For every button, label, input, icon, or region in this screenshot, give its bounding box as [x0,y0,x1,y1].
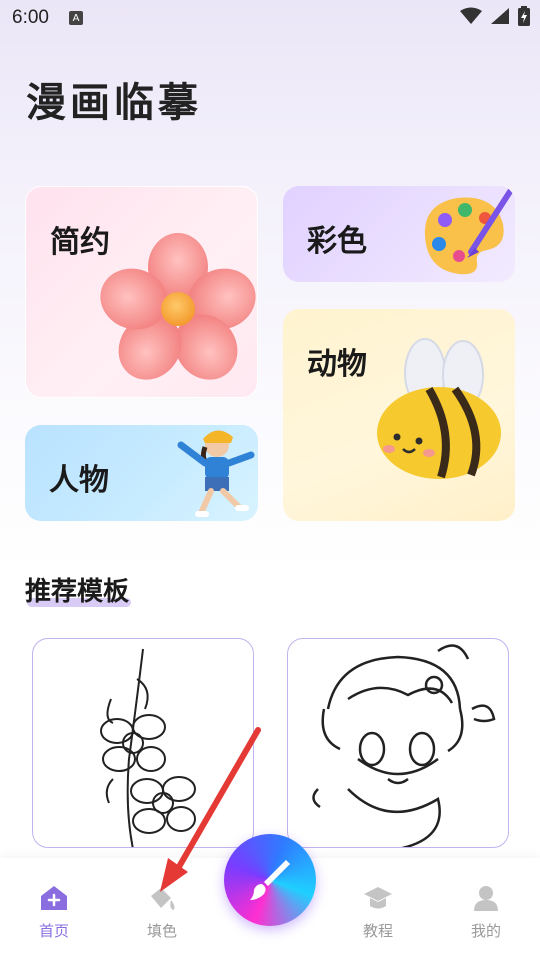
category-card-color[interactable]: 彩色 [283,186,515,282]
user-icon [474,886,498,911]
girl-illustration [177,430,255,517]
category-label-color: 彩色 [307,224,367,259]
category-card-people[interactable]: 人物 [25,425,258,521]
nav-item-mine[interactable]: 我的 [446,884,526,941]
nav-item-fill[interactable]: 填色 [122,884,202,941]
palette-illustration [424,187,514,275]
nav-label-home: 首页 [38,922,69,940]
nav-label-tutorial: 教程 [362,922,393,940]
signal-icon [491,8,509,24]
template-card-anime[interactable] [287,638,509,848]
notification-a-icon: A [68,11,83,25]
category-card-simple[interactable]: 简约 [25,186,258,398]
nav-item-tutorial[interactable]: 教程 [338,884,418,941]
flower-illustration [100,233,256,380]
category-label-animal: 动物 [307,347,367,382]
status-bar: 6:00 A [0,0,540,36]
home-icon [41,886,67,910]
battery-icon [518,6,530,26]
category-card-animal[interactable]: 动物 [283,309,515,521]
paint-bucket-icon [151,888,175,910]
nav-item-home[interactable]: 首页 [14,884,94,941]
bee-illustration [377,338,501,479]
nav-label-mine: 我的 [470,922,501,940]
graduation-cap-icon [364,887,392,909]
template-card-flower[interactable] [32,638,254,848]
recommended-section-title: 推荐模板 [25,577,130,607]
paint-brush-icon [250,860,290,900]
draw-fab-button[interactable] [224,834,316,926]
category-label-people: 人物 [49,463,109,498]
nav-label-fill: 填色 [146,922,177,940]
status-icons [460,6,530,26]
status-time: 6:00 [12,7,49,28]
flower-sketch-image [100,648,196,847]
page-title: 漫画临摹 [26,79,202,126]
anime-sketch-image [312,644,496,847]
wifi-icon [460,7,482,24]
